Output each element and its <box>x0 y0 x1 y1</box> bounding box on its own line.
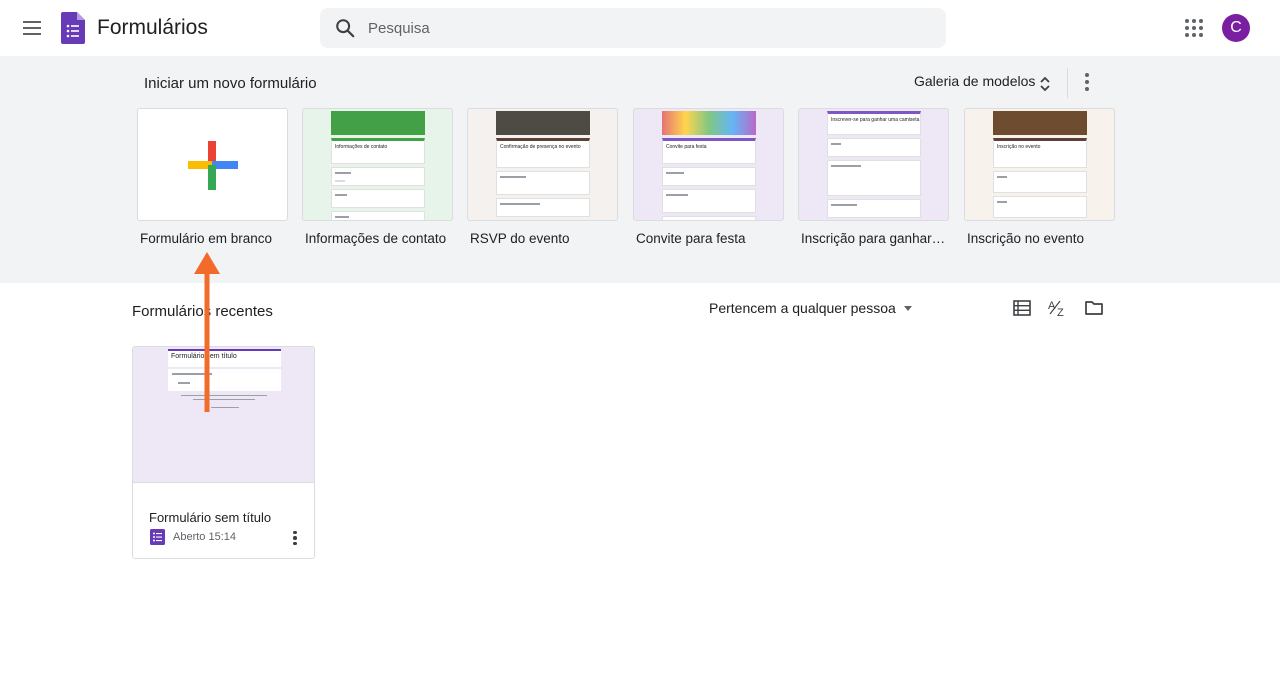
thumbnail-form-title: Convite para festa <box>666 144 707 150</box>
search-bar[interactable] <box>320 8 946 48</box>
search-input[interactable] <box>368 8 928 48</box>
thumbnail-form-title: Inscrever-se para ganhar uma camiseta <box>831 117 920 123</box>
plus-icon <box>188 141 238 190</box>
forms-file-icon <box>150 529 165 545</box>
template-label: Inscrição para ganhar camiseta <box>801 231 946 246</box>
forms-logo-icon[interactable] <box>61 12 85 44</box>
template-blank[interactable]: Formulário em branco <box>137 108 288 246</box>
thumbnail-form-title: Informações de contato <box>335 144 388 150</box>
template-tshirt-signup[interactable]: Inscrever-se para ganhar uma camiseta In… <box>798 108 949 246</box>
template-label: RSVP do evento <box>470 231 570 246</box>
top-bar: Formulários C <box>0 0 1280 56</box>
template-label: Formulário em branco <box>140 231 273 246</box>
template-thumbnail[interactable]: Confirmação de presença no evento <box>467 108 618 221</box>
svg-text:Z: Z <box>1057 307 1064 318</box>
list-view-icon[interactable] <box>1012 298 1032 318</box>
template-contact-info[interactable]: Informações de contato Informações de co… <box>302 108 453 246</box>
main-menu-icon[interactable] <box>16 12 48 44</box>
app-title[interactable]: Formulários <box>97 16 208 40</box>
search-icon[interactable] <box>334 17 356 39</box>
template-thumbnail[interactable]: Informações de contato <box>302 108 453 221</box>
template-label: Inscrição no evento <box>967 231 1085 246</box>
sort-az-icon[interactable]: A Z <box>1048 298 1068 318</box>
unfold-more-icon[interactable] <box>1037 75 1053 93</box>
template-gallery-button[interactable]: Galeria de modelos <box>914 73 1035 89</box>
svg-text:A: A <box>1048 300 1056 312</box>
google-apps-icon[interactable] <box>1184 18 1204 38</box>
template-thumbnail[interactable] <box>137 108 288 221</box>
annotation-arrow-icon <box>194 252 220 412</box>
template-label: Convite para festa <box>636 231 746 246</box>
more-options-icon[interactable] <box>290 529 300 547</box>
divider <box>1067 68 1068 98</box>
template-event-registration[interactable]: Inscrição no evento Inscrição no evento <box>964 108 1115 246</box>
template-thumbnail[interactable]: Inscrição no evento <box>964 108 1115 221</box>
template-gallery: Iniciar um novo formulário Galeria de mo… <box>0 56 1280 283</box>
template-thumbnail[interactable]: Convite para festa <box>633 108 784 221</box>
caret-down-icon <box>903 305 912 311</box>
template-thumbnail[interactable]: Inscrever-se para ganhar uma camiseta <box>798 108 949 221</box>
owner-filter-dropdown[interactable]: Pertencem a qualquer pessoa <box>709 300 912 316</box>
thumbnail-form-title: Inscrição no evento <box>997 144 1041 150</box>
gallery-heading: Iniciar um novo formulário <box>144 75 317 92</box>
owner-filter-label: Pertencem a qualquer pessoa <box>709 300 896 316</box>
thumbnail-form-title: Confirmação de presença no evento <box>500 144 581 150</box>
account-avatar[interactable]: C <box>1222 14 1250 42</box>
template-rsvp[interactable]: Confirmação de presença no evento RSVP d… <box>467 108 618 246</box>
folder-icon[interactable] <box>1084 298 1104 318</box>
template-label: Informações de contato <box>305 231 447 246</box>
last-opened-text: Aberto 15:14 <box>173 531 236 543</box>
template-party-invite[interactable]: Convite para festa Convite para festa <box>633 108 784 246</box>
more-options-icon[interactable] <box>1079 72 1095 92</box>
form-title: Formulário sem título <box>149 510 272 525</box>
